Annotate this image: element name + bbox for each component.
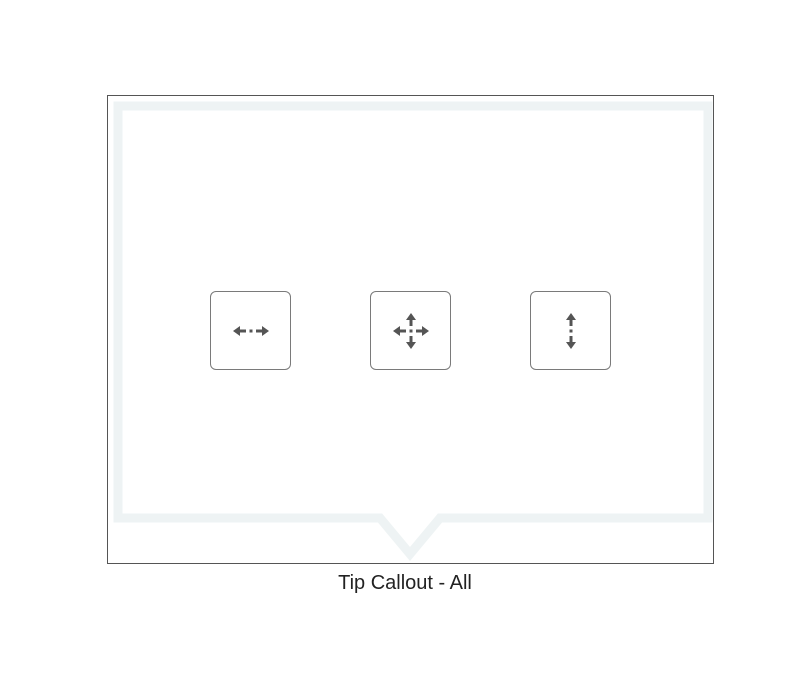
preview-frame <box>107 95 714 564</box>
vertical-resize-handle[interactable] <box>530 291 611 370</box>
move-all-icon <box>392 312 429 349</box>
callout-caption: Tip Callout - All <box>338 572 472 594</box>
horizontal-resize-icon <box>232 325 269 336</box>
move-all-handle[interactable] <box>370 291 451 370</box>
vertical-resize-icon <box>565 312 576 349</box>
horizontal-resize-handle[interactable] <box>210 291 291 370</box>
